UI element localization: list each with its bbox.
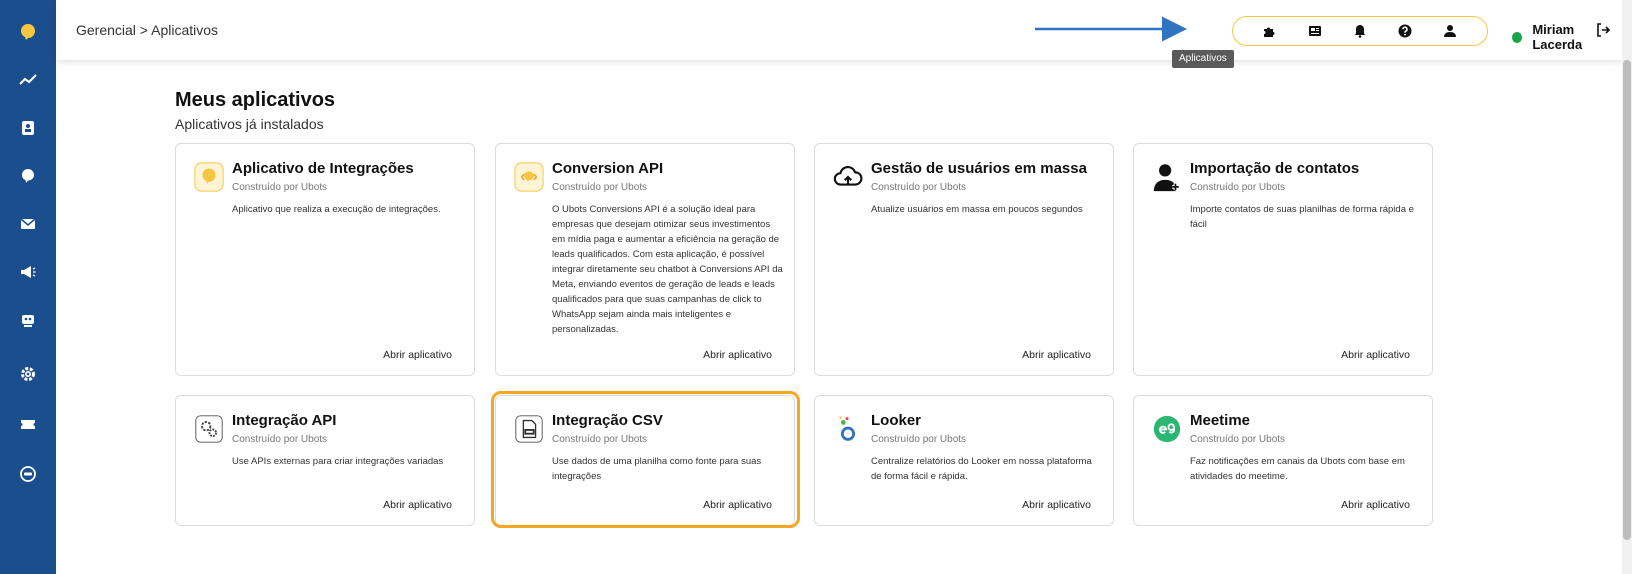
- open-app-link[interactable]: Abrir aplicativo: [1022, 499, 1091, 511]
- app-card-integracao-api: Integração API Construído por Ubots Use …: [175, 395, 475, 526]
- card-title: Aplicativo de Integrações: [232, 160, 414, 177]
- open-app-link[interactable]: Abrir aplicativo: [703, 499, 772, 511]
- add-contact-icon: [1150, 160, 1184, 194]
- card-title: Importação de contatos: [1190, 160, 1360, 177]
- app-frame: Gerencial > Aplicativos Miriam Lacerda A…: [0, 0, 1632, 574]
- cloud-upload-icon: [831, 160, 865, 194]
- integracoes-app-icon: [192, 160, 226, 194]
- csv-file-icon: [512, 412, 546, 446]
- open-app-link[interactable]: Abrir aplicativo: [1022, 349, 1091, 361]
- card-desc: Atualize usuários em massa em poucos seg…: [871, 204, 1083, 215]
- card-desc: Use dados de uma planilha como fonte par…: [552, 456, 762, 482]
- card-title: Gestão de usuários em massa: [871, 160, 1087, 177]
- app-card-gestao-usuarios: Gestão de usuários em massa Construído p…: [814, 143, 1114, 376]
- app-card-integracoes: Aplicativo de Integrações Construído por…: [175, 143, 475, 376]
- card-by: Construído por Ubots: [552, 434, 648, 445]
- open-app-link[interactable]: Abrir aplicativo: [383, 349, 452, 361]
- conversion-api-icon: [512, 160, 546, 194]
- open-app-link[interactable]: Abrir aplicativo: [383, 499, 452, 511]
- card-by: Construído por Ubots: [552, 182, 648, 193]
- page-title: Meus aplicativos: [175, 89, 336, 111]
- card-by: Construído por Ubots: [871, 434, 967, 445]
- app-card-conversion-api: Conversion API Construído por Ubots O Ub…: [495, 143, 795, 376]
- card-desc: Centralize relatórios do Looker em nossa…: [871, 456, 1092, 482]
- card-title: Conversion API: [552, 160, 664, 177]
- api-gears-icon: [192, 412, 226, 446]
- card-by: Construído por Ubots: [1190, 182, 1286, 193]
- meetime-icon: [1150, 412, 1184, 446]
- app-card-importacao-contatos: Importação de contatos Construído por Ub…: [1133, 143, 1433, 376]
- looker-icon: [831, 412, 865, 446]
- card-title: Meetime: [1190, 412, 1251, 429]
- open-app-link[interactable]: Abrir aplicativo: [1341, 349, 1410, 361]
- card-desc: Importe contatos de suas planilhas de fo…: [1190, 204, 1414, 230]
- card-title: Integração CSV: [552, 412, 663, 429]
- card-by: Construído por Ubots: [232, 434, 328, 445]
- card-by: Construído por Ubots: [232, 182, 328, 193]
- open-app-link[interactable]: Abrir aplicativo: [1341, 499, 1410, 511]
- card-title: Looker: [871, 412, 922, 429]
- card-desc: Faz notificações em canais da Ubots com …: [1190, 456, 1405, 482]
- card-desc: Aplicativo que realiza a execução de int…: [232, 204, 441, 215]
- app-card-meetime: Meetime Construído por Ubots Faz notific…: [1133, 395, 1433, 526]
- open-app-link[interactable]: Abrir aplicativo: [703, 349, 772, 361]
- app-card-looker: Looker Construído por Ubots Centralize r…: [814, 395, 1114, 526]
- card-desc: Use APIs externas para criar integrações…: [232, 456, 444, 467]
- scrollbar-thumb[interactable]: [1623, 60, 1631, 540]
- page-subtitle: Aplicativos já instalados: [175, 116, 324, 132]
- app-card-integracao-csv: Integração CSV Construído por Ubots Use …: [495, 395, 795, 526]
- card-by: Construído por Ubots: [871, 182, 967, 193]
- card-by: Construído por Ubots: [1190, 434, 1286, 445]
- card-desc: O Ubots Conversions API é a solução idea…: [552, 204, 783, 335]
- card-title: Integração API: [232, 412, 337, 429]
